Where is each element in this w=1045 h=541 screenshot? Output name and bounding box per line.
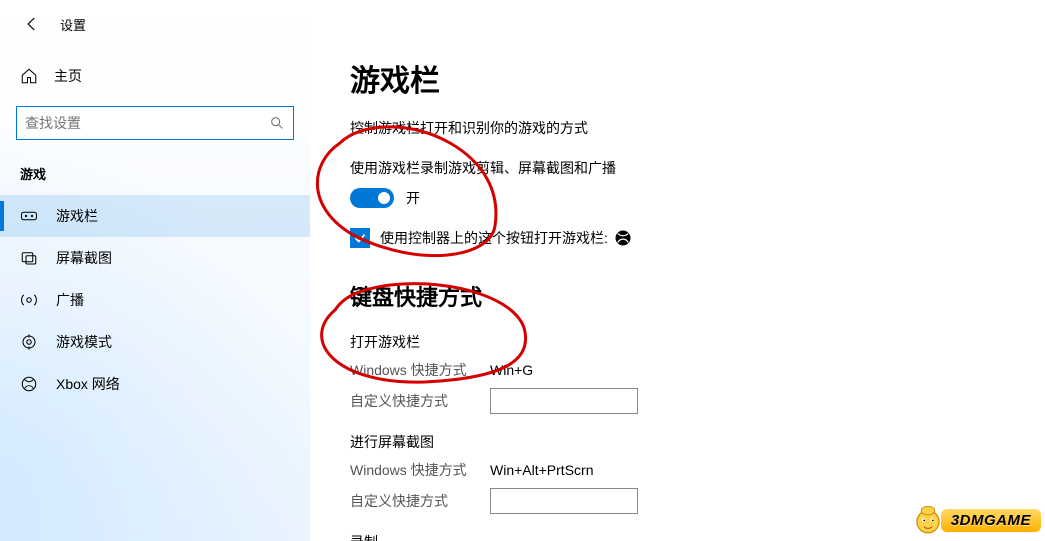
sidebar-item-captures[interactable]: 屏幕截图 [0,237,310,279]
shortcut-group-title: 打开游戏栏 [350,332,1005,352]
custom-shortcut-input-open[interactable] [490,388,638,414]
sidebar-item-gamemode[interactable]: 游戏模式 [0,321,310,363]
broadcast-icon [20,291,38,309]
sidebar-item-gamebar[interactable]: 游戏栏 [0,195,310,237]
titlebar: 设置 [0,0,310,48]
page-title: 游戏栏 [350,56,1005,100]
search-input[interactable] [25,115,269,131]
home-label: 主页 [54,66,82,86]
windows-shortcut-value: Win+Alt+PrtScrn [490,462,593,478]
sidebar-nav: 游戏栏 屏幕截图 广播 游戏模式 [0,195,310,405]
home-icon [20,67,38,85]
check-icon [353,231,367,245]
xbox-logo-icon [614,229,632,247]
gamemode-icon [20,333,38,351]
shortcut-group-title: 进行屏幕截图 [350,432,1005,452]
back-button[interactable] [12,8,52,40]
windows-shortcut-label: Windows 快捷方式 [350,460,490,480]
custom-shortcut-input-screenshot[interactable] [490,488,638,514]
page-description: 控制游戏栏打开和识别你的游戏的方式 [350,118,1005,138]
toggle-knob [378,192,390,204]
sidebar-item-broadcast[interactable]: 广播 [0,279,310,321]
sidebar-section-label: 游戏 [0,156,310,195]
windows-shortcut-value: Win+G [490,362,533,378]
sidebar-item-label: 广播 [56,290,84,310]
shortcut-group-open: 打开游戏栏 Windows 快捷方式 Win+G 自定义快捷方式 [350,332,1005,414]
recording-label: 录制 [350,532,1005,541]
controller-checkbox[interactable] [350,228,370,248]
content: 游戏栏 控制游戏栏打开和识别你的游戏的方式 使用游戏栏录制游戏剪辑、屏幕截图和广… [310,0,1045,541]
sidebar-item-xbox[interactable]: Xbox 网络 [0,363,310,405]
shortcuts-heading: 键盘快捷方式 [350,280,1005,312]
window-title: 设置 [60,15,86,34]
xbox-icon [20,375,38,393]
sidebar-item-label: 屏幕截图 [56,248,112,268]
windows-shortcut-label: Windows 快捷方式 [350,360,490,380]
arrow-left-icon [23,15,41,33]
search-icon [269,115,285,131]
toggle-section-title: 使用游戏栏录制游戏剪辑、屏幕截图和广播 [350,158,1005,178]
sidebar-item-label: 游戏栏 [56,206,98,226]
custom-shortcut-label: 自定义快捷方式 [350,391,490,411]
shortcut-group-screenshot: 进行屏幕截图 Windows 快捷方式 Win+Alt+PrtScrn 自定义快… [350,432,1005,514]
sidebar-item-label: 游戏模式 [56,332,112,352]
controller-checkbox-label: 使用控制器上的这个按钮打开游戏栏: [380,228,608,248]
toggle-state-label: 开 [406,188,420,208]
custom-shortcut-label: 自定义快捷方式 [350,491,490,511]
home-link[interactable]: 主页 [0,56,310,96]
sidebar-item-label: Xbox 网络 [56,374,120,394]
sidebar: 设置 主页 游戏 游戏栏 [0,0,310,541]
search-input-wrap[interactable] [16,106,294,140]
gamebar-icon [20,207,38,225]
captures-icon [20,249,38,267]
gamebar-toggle[interactable] [350,188,394,208]
